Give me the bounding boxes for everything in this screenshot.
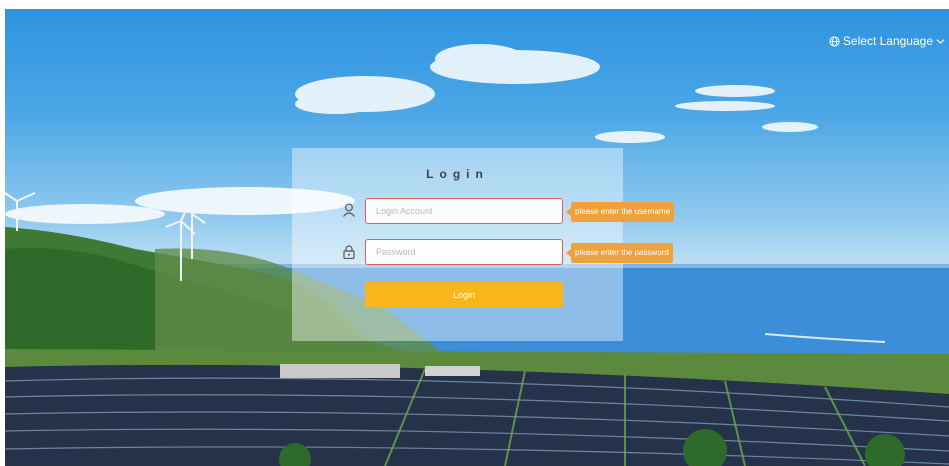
username-input[interactable]	[365, 198, 563, 224]
globe-icon	[829, 35, 840, 47]
login-card: Login please enter the username please e…	[292, 148, 675, 341]
login-button[interactable]: Login	[365, 282, 563, 307]
language-selector[interactable]: Select Language	[829, 34, 945, 48]
password-input[interactable]	[365, 239, 563, 265]
user-icon	[343, 203, 355, 217]
language-selector-label: Select Language	[842, 34, 933, 48]
login-title: Login	[426, 167, 489, 181]
username-error-tooltip: please enter the username	[565, 202, 675, 222]
lock-icon	[343, 245, 355, 259]
chevron-down-icon	[936, 38, 945, 44]
password-error-tooltip: please enter the password	[566, 243, 673, 263]
